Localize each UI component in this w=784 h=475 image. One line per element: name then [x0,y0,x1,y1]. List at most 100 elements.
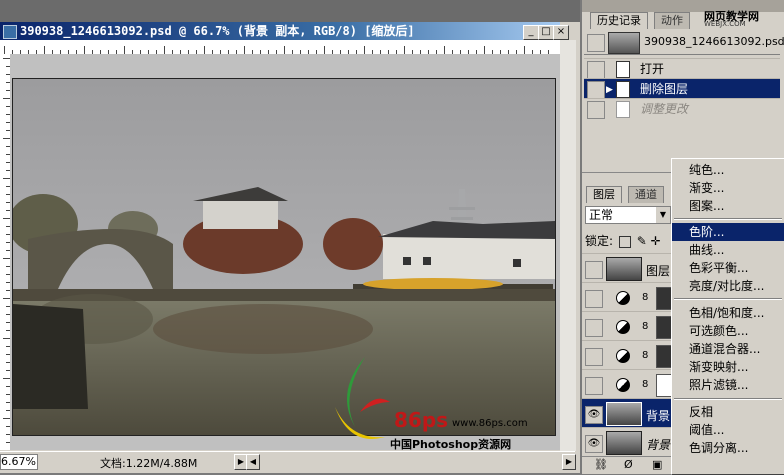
history-step-selected[interactable]: ▶ 删除图层 [584,78,780,99]
history-step-label: 调整更改 [640,102,689,116]
menu-item-curves[interactable]: 曲线... [672,241,784,259]
watermark-url: www.86ps.com [452,418,528,429]
ruler-tick [3,98,10,99]
link-icon: 8 [642,321,649,332]
eye-icon[interactable]: 👁 [585,435,603,453]
history-step-disabled[interactable]: 调整更改 [584,98,780,119]
snapshot-source-icon[interactable] [587,34,605,52]
scroll-left-icon[interactable]: ◀ [246,454,260,470]
document-icon [3,25,17,39]
visibility-toggle[interactable] [585,348,603,366]
scroll-right-icon[interactable]: ▶ [562,454,576,470]
tab-layers[interactable]: 图层 [586,186,622,203]
lock-paint-icon[interactable]: ✎ [637,234,647,248]
document-title: 390938_1246613092.psd @ 66.7% (背景 副本, RG… [20,24,415,38]
layer-row[interactable]: 8 [582,369,674,399]
eye-icon[interactable]: 👁 [585,406,603,424]
lock-label: 锁定: [585,234,614,248]
adjustment-layer-icon [616,291,630,305]
menu-item-gradient-map[interactable]: 渐变映射... [672,358,784,376]
history-snapshot[interactable]: 390938_1246613092.psd [584,30,784,55]
ruler-tick [3,298,10,299]
ruler-tick [364,46,365,54]
horizontal-ruler [0,40,560,55]
menu-item-hue-saturation[interactable]: 色相/饱和度... [672,304,784,322]
layer-row[interactable]: 图层 [582,253,672,283]
layer-name: 图层 [646,264,671,278]
menu-item-channel-mixer[interactable]: 通道混合器... [672,340,784,358]
visibility-toggle[interactable] [585,261,603,279]
menu-item-brightness-contrast[interactable]: 亮度/对比度... [672,277,784,295]
menu-item-gradient[interactable]: 渐变... [672,179,784,197]
tab-actions[interactable]: 动作 [654,12,690,29]
blend-mode-value: 正常 [589,208,614,222]
document-icon [616,61,630,78]
document-icon [616,81,630,98]
brand-url: WEBJX.COM [704,20,746,28]
menu-item-invert[interactable]: 反相 [672,403,784,421]
ruler-tick [524,46,525,54]
adjustment-layer-icon [616,349,630,363]
layer-row[interactable]: 8 [582,282,674,312]
chevron-down-icon[interactable]: ▼ [656,207,670,223]
ruler-tick [444,46,445,54]
ruler-tick [3,338,10,339]
menu-item-threshold[interactable]: 阈值... [672,421,784,439]
blend-mode-select[interactable]: 正常 ▼ [585,206,671,224]
layer-name: 背景 [646,438,671,452]
ruler-tick [3,218,10,219]
lock-row: 锁定: ✎ ✛ [585,232,661,249]
ruler-tick [84,46,85,54]
ruler-tick [44,46,45,54]
close-button[interactable]: × [553,25,569,40]
layer-row-selected[interactable]: 👁 背景 [582,398,672,428]
vertical-scrollbar[interactable] [560,40,576,451]
menu-item-posterize[interactable]: 色调分离... [672,439,784,457]
tab-channels[interactable]: 通道 [628,186,664,203]
history-brush-source[interactable] [587,81,605,99]
watermark-site-name: 中国Photoshop资源网 [390,438,512,451]
tab-history[interactable]: 历史记录 [590,12,648,29]
status-bar [0,451,575,473]
link-icon: 8 [642,379,649,390]
history-brush-source[interactable] [587,101,605,119]
ruler-tick [124,46,125,54]
layer-mask-icon[interactable]: ▣ [652,458,662,471]
menu-item-selective-color[interactable]: 可选颜色... [672,322,784,340]
layer-row[interactable]: 8 [582,311,674,341]
link-icon: 8 [642,292,649,303]
ruler-tick [244,46,245,54]
zoom-field[interactable]: 6.67% [0,454,38,470]
document-title-bar[interactable]: 390938_1246613092.psd @ 66.7% (背景 副本, RG… [0,22,560,40]
menu-separator [674,398,782,400]
history-brush-source[interactable] [587,61,605,79]
link-layers-icon[interactable]: ⛓ [594,458,608,471]
menu-item-solid-color[interactable]: 纯色... [672,161,784,179]
menu-item-photo-filter[interactable]: 照片滤镜... [672,376,784,394]
visibility-toggle[interactable] [585,319,603,337]
layer-style-icon[interactable]: Ø [624,458,633,471]
ruler-tick [164,46,165,54]
visibility-toggle[interactable] [585,377,603,395]
layer-name: 背景 [646,409,671,423]
history-state-slider-icon[interactable]: ▶ [606,85,613,95]
ruler-tick [3,258,10,259]
layer-row[interactable]: 👁 背景 [582,427,672,457]
minimize-button[interactable]: _ [523,25,539,40]
lock-move-icon[interactable]: ✛ [651,234,661,248]
ruler-tick [284,46,285,54]
maximize-button[interactable]: □ [538,25,554,40]
ruler-tick [324,46,325,54]
lock-transparency-icon[interactable] [618,235,631,248]
layer-row[interactable]: 8 [582,340,674,370]
ruler-tick [3,58,10,59]
ruler-tick [4,46,5,54]
menu-item-pattern[interactable]: 图案... [672,197,784,215]
ruler-tick [3,418,10,419]
menu-item-levels[interactable]: 色阶... [672,223,784,241]
history-step[interactable]: 打开 [584,58,780,79]
link-icon: 8 [642,350,649,361]
adjustment-layer-icon [616,320,630,334]
visibility-toggle[interactable] [585,290,603,308]
menu-item-color-balance[interactable]: 色彩平衡... [672,259,784,277]
